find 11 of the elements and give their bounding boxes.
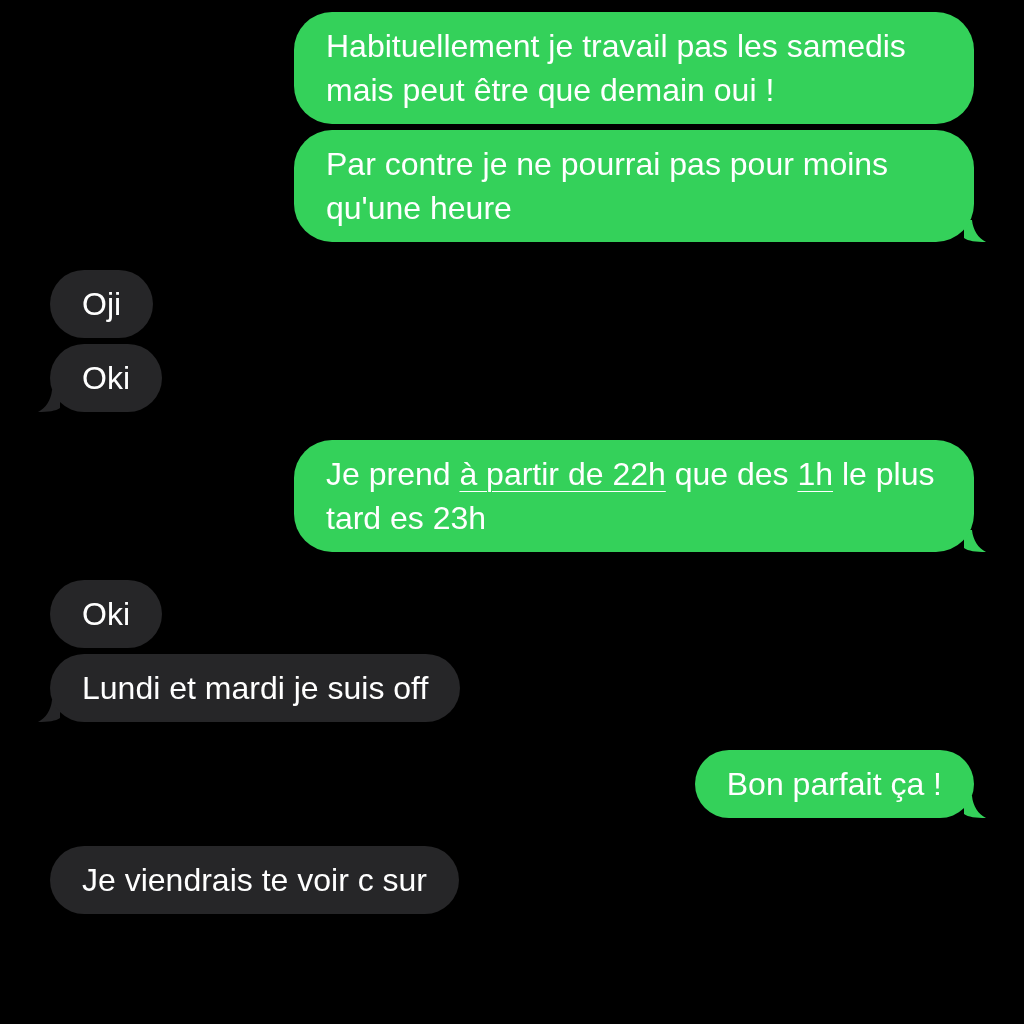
sent-message-bubble: Je prend à partir de 22h que des 1h le plus tard es 23h	[294, 440, 974, 552]
received-message-bubble: Oji	[50, 270, 154, 338]
received-message-bubble: Je viendrais te voir c sur	[50, 846, 459, 914]
sent-message-bubble: Bon parfait ça !	[694, 750, 974, 818]
link[interactable]: 1h	[797, 456, 834, 492]
sent-message-bubble: Habituellement je travail pas les samedis mais peut être que demain oui !	[294, 12, 974, 124]
sent-message-bubble: Par contre je ne pourrai pas pour moins qu'une heure	[294, 130, 974, 242]
received-message-bubble: Oki	[50, 344, 162, 412]
link[interactable]: à partir de 22h	[459, 456, 666, 492]
received-message-bubble: Lundi et mardi je suis off	[50, 654, 461, 722]
received-message-bubble: Oki	[50, 580, 162, 648]
